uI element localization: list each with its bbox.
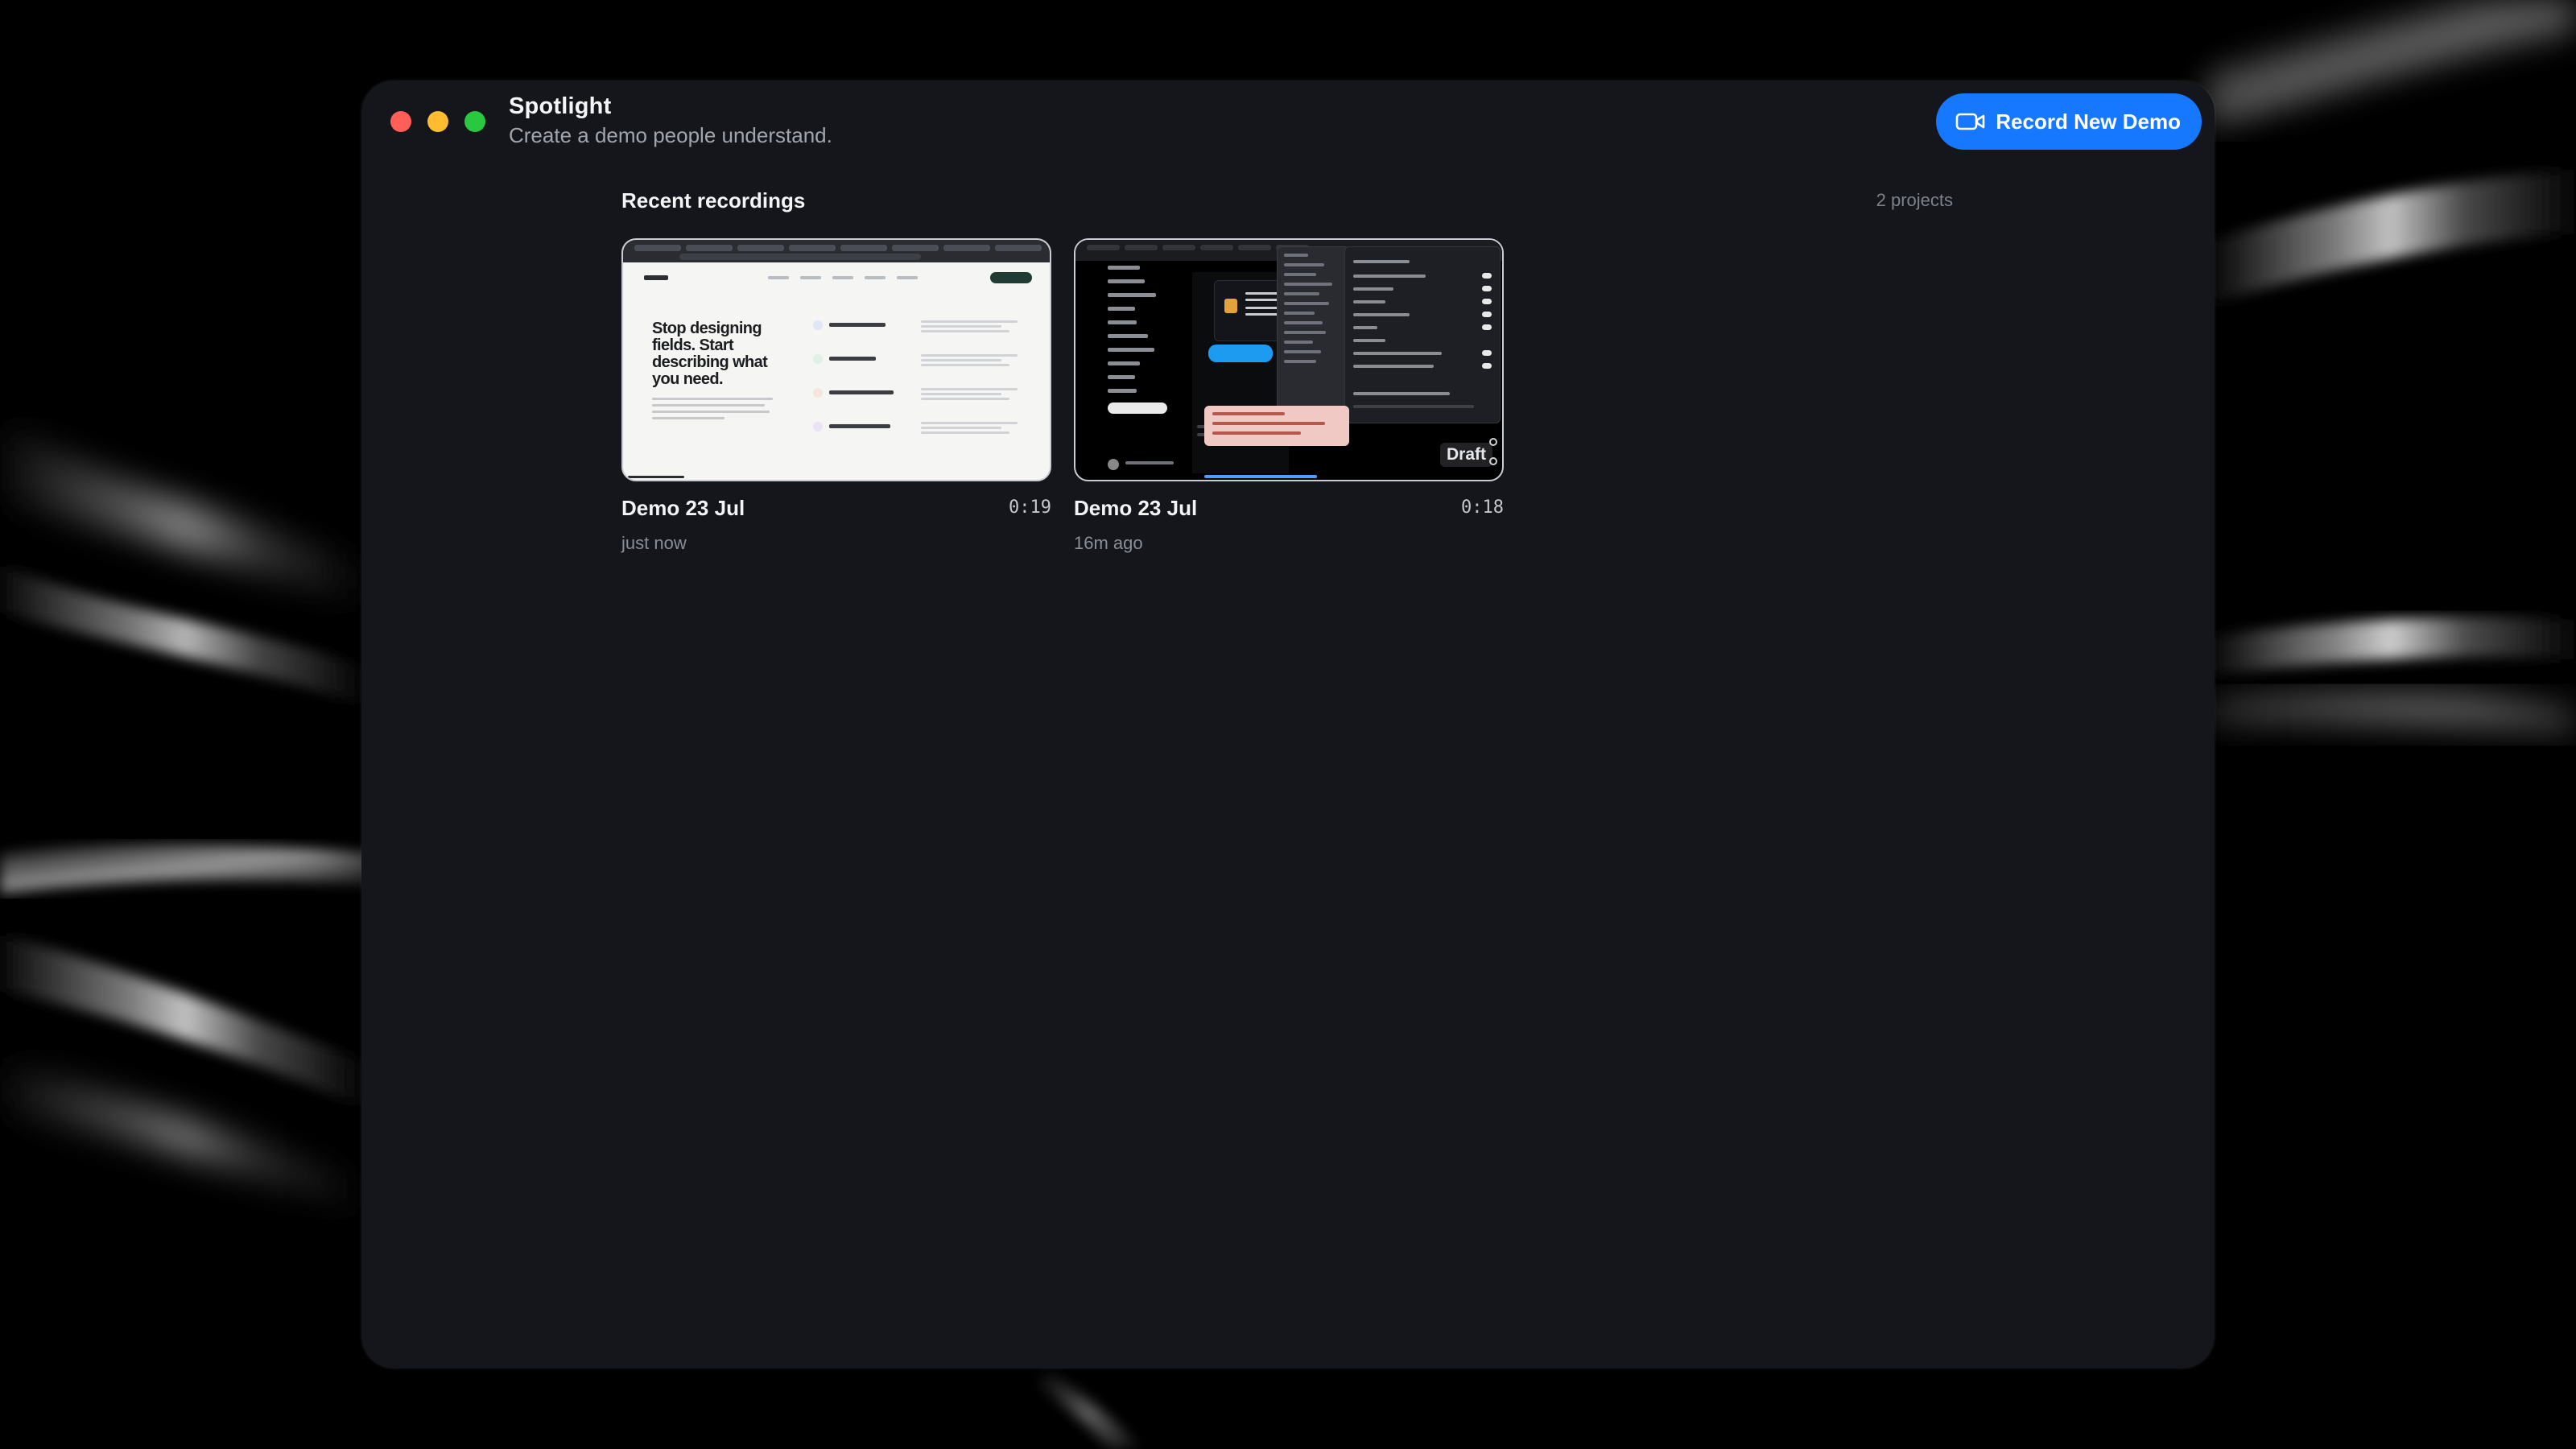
recording-time-ago: just now [621, 533, 687, 553]
recording-thumbnail[interactable]: Stop designing fields. Start describing … [621, 238, 1051, 481]
section-title: Recent recordings [621, 188, 806, 213]
preview-progress-bar [1204, 475, 1317, 478]
preview-sidebar [1108, 266, 1180, 414]
recording-time-ago: 16m ago [1074, 533, 1143, 553]
zoom-window-button[interactable] [464, 111, 485, 132]
recording-duration: 0:18 [1461, 497, 1504, 518]
recording-title: Demo 23 Jul [621, 496, 745, 520]
preview-alert-banner [1204, 406, 1349, 446]
app-title: Spotlight [509, 93, 612, 119]
preview-settings-panel [1344, 246, 1501, 423]
preview-steps [808, 320, 1034, 456]
resize-handle-icon [1489, 438, 1497, 446]
preview-hero-text: Stop designing fields. Start describing … [652, 320, 768, 388]
app-tagline: Create a demo people understand. [509, 123, 832, 147]
close-window-button[interactable] [390, 111, 411, 132]
minimize-window-button[interactable] [427, 111, 448, 132]
recent-recordings-header: Recent recordings 2 projects [621, 188, 1953, 217]
preview-chat-bubble [1208, 345, 1273, 362]
window-controls [390, 111, 485, 132]
app-window: Spotlight Create a demo people understan… [361, 80, 2215, 1368]
recording-duration: 0:19 [1009, 497, 1051, 518]
draft-badge: Draft [1439, 443, 1492, 467]
record-new-demo-label: Record New Demo [1996, 109, 2181, 134]
recording-thumbnail[interactable]: Draft [1074, 238, 1504, 481]
project-count: 2 projects [1876, 190, 1953, 210]
video-camera-icon [1955, 113, 1985, 130]
preview-account-row [1108, 457, 1349, 475]
browser-chrome [623, 240, 1050, 262]
record-new-demo-button[interactable]: Record New Demo [1936, 93, 2202, 150]
preview-body-text [652, 398, 773, 423]
site-nav [623, 272, 1050, 288]
preview-context-menu [1277, 246, 1349, 423]
recording-title: Demo 23 Jul [1074, 496, 1198, 520]
resize-handle-icon [1489, 457, 1497, 465]
